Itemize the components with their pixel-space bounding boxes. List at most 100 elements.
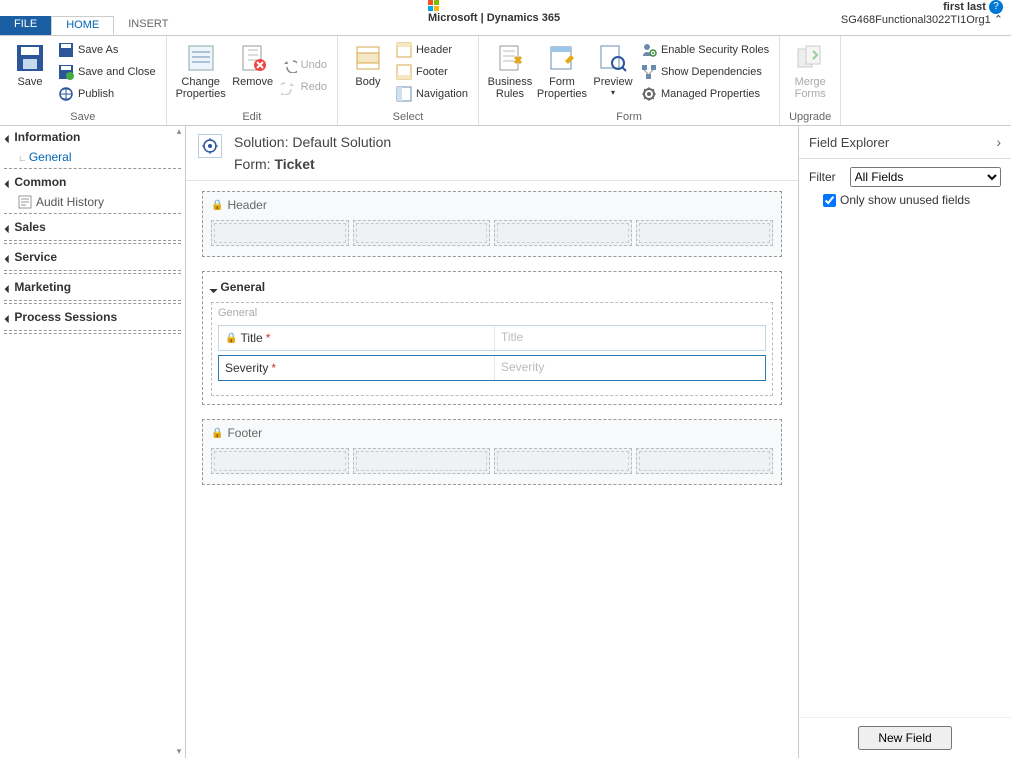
ribbon-group-edit: Change Properties Remove Undo Redo Edit	[167, 36, 338, 125]
tab-general-label[interactable]: General	[207, 276, 777, 298]
ribbon-group-select: Body Header Footer Navigation Select	[338, 36, 479, 125]
user-name: first last	[943, 1, 986, 13]
form-properties-label: Form Properties	[537, 76, 587, 100]
form-header-zone[interactable]: 🔒 Header	[202, 191, 782, 257]
solution-label: Solution:	[234, 134, 292, 150]
lock-icon: 🔒	[211, 200, 223, 211]
save-as-icon	[58, 42, 74, 58]
header-col-4[interactable]	[636, 220, 774, 246]
nav-general-label: General	[29, 150, 72, 164]
tab-file[interactable]: FILE	[0, 16, 51, 35]
field-severity-placeholder: Severity	[494, 356, 765, 380]
nav-information-head[interactable]: Information	[0, 126, 185, 148]
brand-dyn: Dynamics 365	[487, 12, 560, 24]
business-rules-label: Business Rules	[488, 76, 533, 100]
save-close-button[interactable]: Save and Close	[54, 62, 160, 82]
section-general[interactable]: General 🔒Title* Title Severity* Severity	[211, 302, 773, 396]
navigation-button[interactable]: Navigation	[392, 84, 472, 104]
audit-history-icon	[18, 195, 32, 209]
ribbon-group-upgrade: Merge Forms Upgrade	[780, 36, 841, 125]
only-unused-label: Only show unused fields	[840, 193, 970, 207]
form-properties-button[interactable]: Form Properties	[535, 40, 589, 111]
tab-home[interactable]: HOME	[51, 16, 114, 35]
form-footer-zone[interactable]: 🔒Footer	[202, 419, 782, 485]
security-roles-button[interactable]: Enable Security Roles	[637, 40, 773, 60]
save-button-label: Save	[17, 76, 42, 88]
business-rules-icon	[494, 42, 526, 74]
redo-button[interactable]: Redo	[277, 77, 331, 97]
change-properties-label: Change Properties	[176, 76, 226, 100]
footer-button[interactable]: Footer	[392, 62, 472, 82]
merge-forms-icon	[794, 42, 826, 74]
ribbon-group-save-label: Save	[6, 111, 160, 125]
header-col-1[interactable]	[211, 220, 349, 246]
header-button[interactable]: Header	[392, 40, 472, 60]
undo-button[interactable]: Undo	[277, 55, 331, 75]
brand-ms: Microsoft	[428, 12, 478, 24]
save-as-button[interactable]: Save As	[54, 40, 160, 60]
collapse-panel-icon[interactable]: ›	[996, 134, 1001, 150]
footer-col-4[interactable]	[636, 448, 774, 474]
header-icon	[396, 42, 412, 58]
help-icon[interactable]: ?	[989, 0, 1003, 14]
body-label: Body	[355, 76, 380, 88]
security-roles-icon	[641, 42, 657, 58]
form-tab-general[interactable]: General General 🔒Title* Title Severity* …	[202, 271, 782, 405]
preview-icon	[597, 42, 629, 74]
preview-label: Preview	[593, 76, 632, 88]
remove-button[interactable]: Remove	[229, 40, 277, 111]
only-unused-checkbox[interactable]: Only show unused fields	[809, 193, 1001, 207]
field-row-severity[interactable]: Severity* Severity	[218, 355, 766, 381]
left-nav: ▴ ▾ Information ∟General Common Audit His…	[0, 126, 186, 758]
field-title-placeholder: Title	[494, 326, 765, 350]
field-title-label: Title	[240, 331, 262, 345]
managed-properties-button[interactable]: Managed Properties	[637, 84, 773, 104]
nav-audit-label: Audit History	[36, 195, 104, 209]
filter-select[interactable]: All Fields	[850, 167, 1001, 187]
field-row-title[interactable]: 🔒Title* Title	[218, 325, 766, 351]
nav-sales-head[interactable]: Sales	[0, 216, 185, 238]
navigation-icon	[396, 86, 412, 102]
nav-scroll-down[interactable]: ▾	[173, 746, 185, 758]
footer-col-2[interactable]	[353, 448, 491, 474]
footer-col-1[interactable]	[211, 448, 349, 474]
body-button[interactable]: Body	[344, 40, 392, 111]
navigation-label: Navigation	[416, 88, 468, 100]
org-chevron-icon[interactable]: ⌃	[994, 14, 1003, 26]
nav-service-head[interactable]: Service	[0, 246, 185, 268]
save-button[interactable]: Save	[6, 40, 54, 111]
user-info: first last ? SG468Functional3022TI1Org1 …	[841, 0, 1003, 27]
merge-forms-label: Merge Forms	[795, 76, 826, 100]
form-name: Ticket	[274, 156, 314, 172]
save-close-label: Save and Close	[78, 66, 156, 78]
publish-button[interactable]: Publish	[54, 84, 160, 104]
business-rules-button[interactable]: Business Rules	[485, 40, 535, 111]
nav-general-link[interactable]: ∟General	[0, 148, 185, 166]
nav-scroll-up[interactable]: ▴	[173, 126, 185, 138]
ribbon-group-edit-label: Edit	[173, 111, 331, 125]
new-field-button[interactable]: New Field	[858, 726, 951, 750]
header-col-3[interactable]	[494, 220, 632, 246]
redo-icon	[281, 79, 297, 95]
field-explorer-title: Field Explorer	[809, 135, 889, 150]
managed-properties-label: Managed Properties	[661, 88, 760, 100]
nav-common-head[interactable]: Common	[0, 171, 185, 193]
footer-col-3[interactable]	[494, 448, 632, 474]
body-icon	[352, 42, 384, 74]
ribbon-group-form: Business Rules Form Properties Preview ▾…	[479, 36, 780, 125]
header-zone-label: Header	[227, 198, 266, 212]
tab-insert[interactable]: INSERT	[114, 16, 182, 35]
only-unused-input[interactable]	[823, 194, 836, 207]
preview-button[interactable]: Preview ▾	[589, 40, 637, 111]
dependencies-icon	[641, 64, 657, 80]
header-col-2[interactable]	[353, 220, 491, 246]
nav-process-head[interactable]: Process Sessions	[0, 306, 185, 328]
nav-audit-history[interactable]: Audit History	[0, 193, 185, 211]
properties-icon	[185, 42, 217, 74]
show-dependencies-button[interactable]: Show Dependencies	[637, 62, 773, 82]
merge-forms-button[interactable]: Merge Forms	[786, 40, 834, 111]
solution-name: Default Solution	[292, 134, 391, 150]
nav-marketing-head[interactable]: Marketing	[0, 276, 185, 298]
managed-properties-icon	[641, 86, 657, 102]
change-properties-button[interactable]: Change Properties	[173, 40, 229, 111]
